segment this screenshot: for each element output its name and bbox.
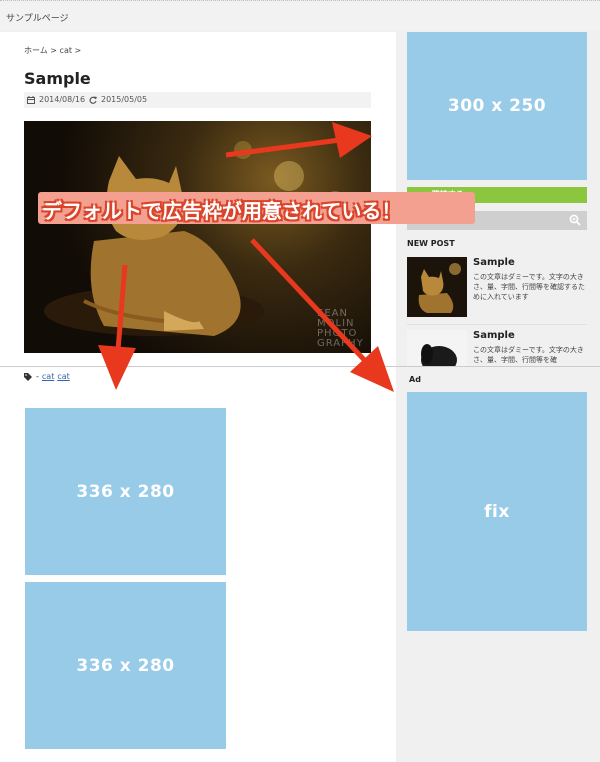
published-date: 2014/08/16: [27, 95, 85, 104]
page-title: Sample: [24, 69, 91, 88]
post-meta: 2014/08/16 2015/05/05: [24, 92, 371, 108]
post-title[interactable]: Sample: [473, 330, 515, 341]
content-ad-1[interactable]: 336 x 280: [25, 408, 226, 575]
tag-icon: [24, 372, 32, 381]
post-thumbnail-dog[interactable]: [407, 330, 467, 366]
published-date-text: 2014/08/16: [39, 95, 86, 104]
sidebar-post[interactable]: Sample この文章はダミーです。文字の大きさ、量、字間、行間等を確: [407, 330, 587, 366]
sidebar-ad-fix[interactable]: fix: [407, 392, 587, 631]
featured-image: SEAN MOLIN PHOTO GRAPHY: [24, 121, 371, 353]
search-icon[interactable]: [569, 214, 581, 226]
refresh-icon: [89, 96, 97, 104]
site-title[interactable]: サンプルページ: [6, 11, 69, 24]
post-separator: [407, 324, 587, 325]
updated-date-text: 2015/05/05: [101, 95, 148, 104]
annotation-text: デフォルトで広告枠が用意されている！: [42, 199, 402, 223]
tag-link-cat[interactable]: cat: [57, 372, 69, 381]
sidebar-post[interactable]: Sample この文章はダミーです。文字の大きさ、量、字間、行間等を確認するため…: [407, 257, 587, 317]
post-excerpt: この文章はダミーです。文字の大きさ、量、字間、行間等を確認するために入れています: [473, 273, 585, 301]
article-area-lower: - cat cat 336 x 280 336 x 280: [0, 367, 396, 762]
post-thumbnail-cat[interactable]: [407, 257, 467, 317]
ad-label: Ad: [409, 375, 421, 384]
post-title[interactable]: Sample: [473, 257, 515, 268]
tag-prefix: -: [36, 372, 39, 381]
photo-watermark: SEAN MOLIN PHOTO GRAPHY: [317, 308, 364, 349]
content-ad-2[interactable]: 336 x 280: [25, 582, 226, 749]
tag-list: - cat cat: [24, 372, 70, 381]
tag-link-cat[interactable]: cat: [42, 372, 54, 381]
calendar-icon: [27, 95, 35, 104]
new-post-heading: NEW POST: [407, 239, 455, 248]
sidebar-ad-top[interactable]: 300 x 250: [407, 32, 587, 180]
updated-date: 2015/05/05: [89, 95, 147, 104]
annotation-banner: デフォルトで広告枠が用意されている！: [38, 192, 475, 224]
breadcrumb[interactable]: ホーム > cat >: [24, 45, 81, 56]
post-excerpt: この文章はダミーです。文字の大きさ、量、字間、行間等を確: [473, 346, 584, 364]
top-bar: サンプルページ: [0, 0, 600, 30]
